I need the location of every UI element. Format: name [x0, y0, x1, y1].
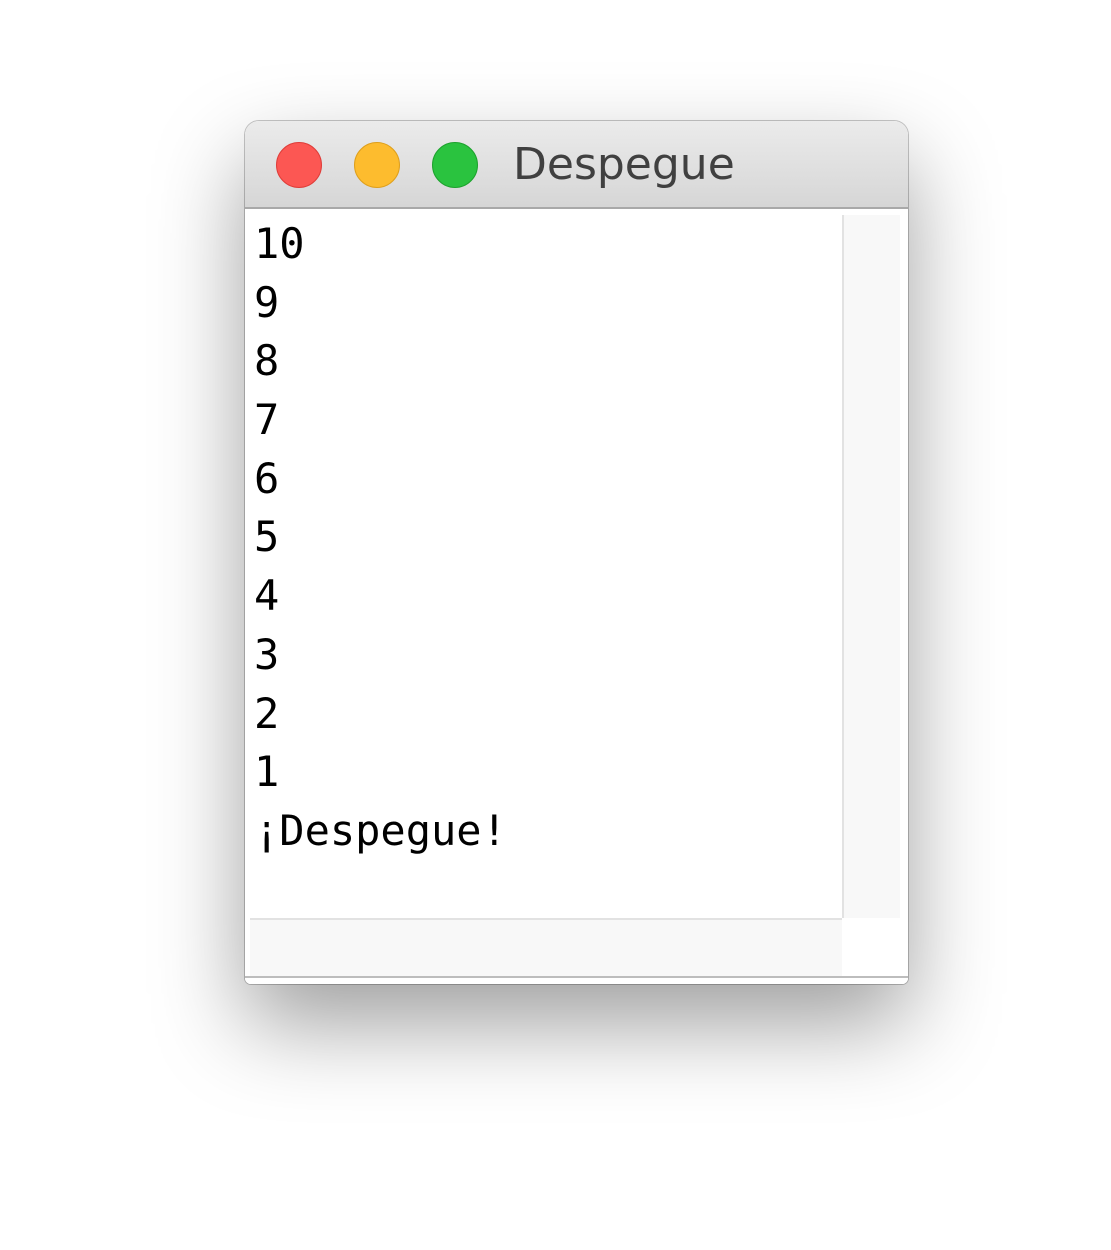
zoom-button[interactable]	[432, 142, 478, 188]
horizontal-scrollbar[interactable]	[250, 918, 842, 976]
content-area: 10 9 8 7 6 5 4 3 2 1 ¡Despegue!	[245, 209, 908, 984]
output-line: 1	[254, 747, 280, 797]
window-bottom-edge	[245, 976, 908, 984]
output-line: 8	[254, 336, 280, 386]
vertical-scrollbar[interactable]	[842, 215, 900, 918]
output-line: 2	[254, 688, 280, 738]
output-line: 10	[254, 219, 305, 268]
title-bar[interactable]: Despegue	[245, 121, 908, 209]
output-line: 6	[254, 453, 280, 503]
scrollbar-corner	[842, 918, 900, 976]
output-line: 9	[254, 277, 280, 327]
close-button[interactable]	[276, 142, 322, 188]
output-line: ¡Despegue!	[254, 805, 507, 855]
output-lines: 10 9 8 7 6 5 4 3 2 1 ¡Despegue!	[250, 215, 842, 861]
output-line: 5	[254, 512, 280, 562]
window-title: Despegue	[513, 139, 735, 190]
output-line: 4	[254, 571, 280, 621]
minimize-button[interactable]	[354, 142, 400, 188]
app-window: Despegue 10 9 8 7 6 5 4 3 2 1 ¡Despegue!	[245, 121, 908, 984]
output-line: 3	[254, 629, 280, 679]
output-line: 7	[254, 395, 280, 445]
output-text-area[interactable]: 10 9 8 7 6 5 4 3 2 1 ¡Despegue!	[250, 215, 842, 918]
